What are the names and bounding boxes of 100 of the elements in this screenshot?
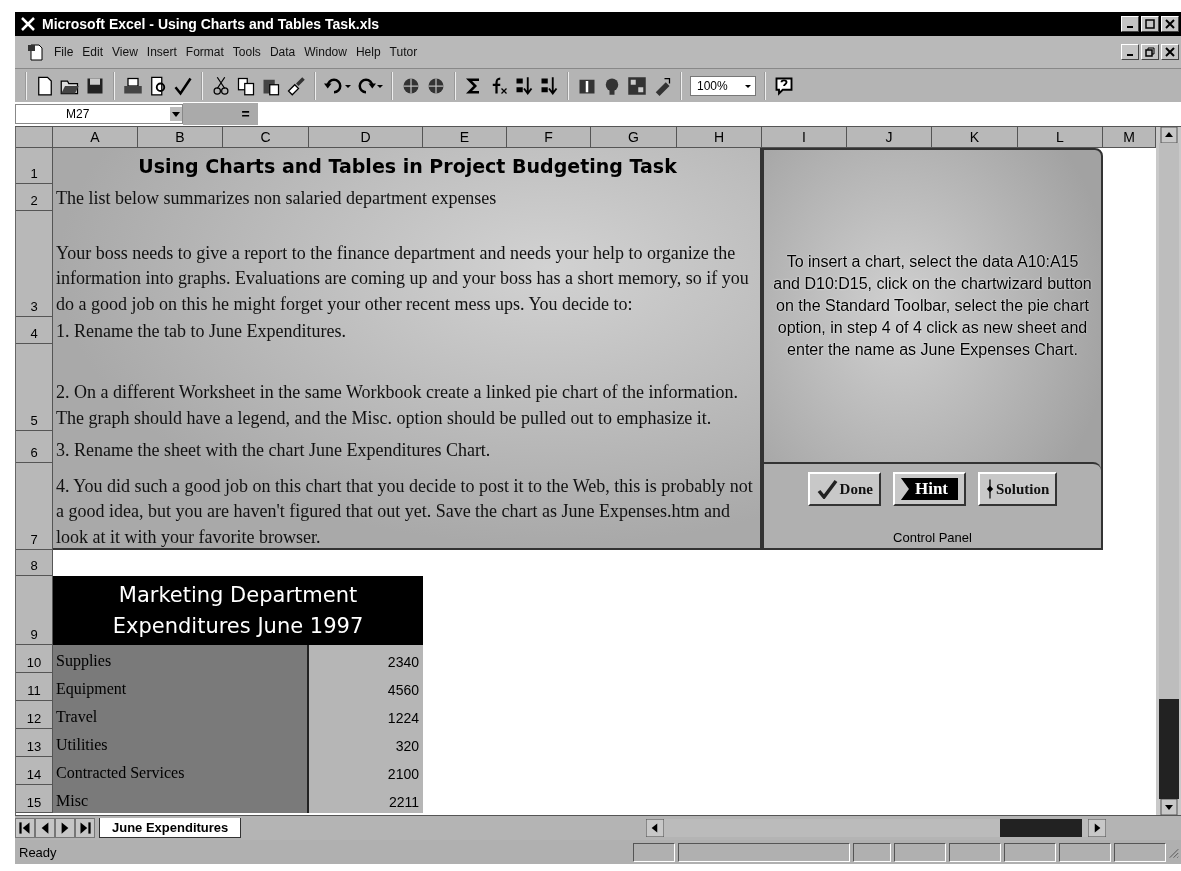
- row-header[interactable]: 15: [16, 785, 53, 813]
- first-sheet-icon[interactable]: [15, 818, 35, 838]
- row-header[interactable]: 11: [16, 673, 53, 701]
- column-header[interactable]: F: [507, 127, 591, 148]
- task-text: 3. Rename the sheet with the chart June Expenditures Chart.: [55, 438, 492, 462]
- column-header[interactable]: I: [762, 127, 847, 148]
- row-header[interactable]: 4: [16, 317, 53, 344]
- row-header[interactable]: 12: [16, 701, 53, 729]
- sort-icon[interactable]: [514, 75, 534, 96]
- row-header[interactable]: 2: [16, 184, 53, 211]
- row-header[interactable]: 9: [16, 576, 53, 645]
- hint-button[interactable]: Hint: [892, 472, 966, 506]
- status-panel: [893, 842, 946, 862]
- scroll-thumb[interactable]: [1158, 699, 1179, 799]
- done-button[interactable]: Done: [807, 472, 881, 506]
- column-header[interactable]: G: [591, 127, 677, 148]
- scroll-thumb[interactable]: [1000, 819, 1083, 837]
- select-all-corner[interactable]: [16, 127, 53, 148]
- row-header[interactable]: 5: [16, 344, 53, 431]
- restore-button[interactable]: [1141, 44, 1159, 60]
- column-header[interactable]: A: [53, 127, 138, 148]
- status-panel: [852, 842, 891, 862]
- solution-button[interactable]: Solution: [978, 472, 1058, 506]
- scroll-left-icon[interactable]: [646, 819, 665, 837]
- row-header[interactable]: 8: [16, 550, 53, 576]
- menu-item[interactable]: Tools: [229, 45, 267, 59]
- scroll-up-icon[interactable]: [1158, 127, 1179, 143]
- next-sheet-icon[interactable]: [55, 818, 75, 838]
- sort-icon[interactable]: [539, 75, 559, 96]
- restore-icon: [1145, 47, 1155, 57]
- column-header[interactable]: D: [309, 127, 423, 148]
- name-box[interactable]: M27: [15, 104, 183, 124]
- workbook-icon[interactable]: [27, 43, 45, 61]
- table-cell: Travel: [53, 701, 309, 729]
- menu-item[interactable]: Data: [266, 45, 302, 59]
- drawing-icon[interactable]: [627, 75, 647, 96]
- table-cell: 2340: [309, 645, 423, 673]
- format-brush-icon[interactable]: [286, 75, 306, 96]
- status-panel: [948, 842, 1001, 862]
- close-icon: [1165, 19, 1175, 29]
- row-header[interactable]: 10: [16, 645, 53, 673]
- table-cell: 2211: [309, 785, 423, 813]
- minimize-button[interactable]: [1121, 44, 1139, 60]
- copy-icon[interactable]: [236, 75, 256, 96]
- table-cell: 320: [309, 729, 423, 757]
- column-header[interactable]: C: [223, 127, 309, 148]
- row-header[interactable]: 6: [16, 431, 53, 463]
- table-title: Marketing Department Expenditures June 1997: [53, 576, 423, 645]
- menu-item[interactable]: Help: [352, 45, 387, 59]
- status-panel: [1003, 842, 1056, 862]
- print-preview-icon[interactable]: [148, 75, 168, 96]
- control-panel-caption: Control Panel: [893, 530, 972, 545]
- column-header[interactable]: B: [138, 127, 223, 148]
- scroll-down-icon[interactable]: [1158, 799, 1179, 815]
- status-text: Ready: [18, 844, 58, 860]
- menu-item[interactable]: View: [109, 45, 144, 59]
- status-panel: [632, 842, 675, 862]
- menu-item[interactable]: Window: [301, 45, 353, 59]
- status-panel: [1113, 842, 1166, 862]
- menu-item[interactable]: Insert: [143, 45, 183, 59]
- last-sheet-icon[interactable]: [75, 818, 95, 838]
- cut-scissors-icon[interactable]: [211, 75, 231, 96]
- column-header[interactable]: J: [847, 127, 932, 148]
- table-cell: 4560: [309, 673, 423, 701]
- zoom-dropdown[interactable]: 100%: [690, 75, 756, 96]
- column-header[interactable]: L: [1018, 127, 1103, 148]
- task-text: The list below summarizes non salaried department expenses: [55, 186, 498, 210]
- row-header[interactable]: 3: [16, 211, 53, 317]
- scroll-right-icon[interactable]: [1088, 819, 1107, 837]
- previous-sheet-icon[interactable]: [35, 818, 55, 838]
- row-header[interactable]: 14: [16, 757, 53, 785]
- menu-item[interactable]: Edit: [79, 45, 110, 59]
- new-document-icon[interactable]: [35, 75, 55, 96]
- maximize-icon: [1145, 19, 1155, 29]
- table-cell: 2100: [309, 757, 423, 785]
- horizontal-scrollbar[interactable]: [646, 819, 1107, 837]
- column-header[interactable]: K: [932, 127, 1018, 148]
- close-button[interactable]: [1161, 44, 1179, 60]
- status-panel: [1058, 842, 1111, 862]
- sheet-tab[interactable]: June Expenditures: [99, 818, 242, 838]
- menu-item[interactable]: Tutor: [386, 45, 424, 59]
- spell-check-icon[interactable]: [173, 75, 193, 96]
- row-header[interactable]: 1: [16, 148, 53, 184]
- table-cell: Misc: [53, 785, 309, 813]
- menu-item[interactable]: File: [51, 45, 80, 59]
- row-header[interactable]: 13: [16, 729, 53, 757]
- column-header[interactable]: H: [677, 127, 762, 148]
- column-header[interactable]: M: [1103, 127, 1156, 148]
- column-header[interactable]: E: [423, 127, 507, 148]
- minimize-button[interactable]: [1121, 16, 1139, 32]
- printer-icon[interactable]: [123, 75, 143, 96]
- task-text: 2. On a different Worksheet in the same Workbook create a linked pie chart of the information. The graph should have a legend, and the Misc. option should be pulled out to emphasize it.: [55, 381, 739, 430]
- close-button[interactable]: [1161, 16, 1179, 32]
- maximize-button[interactable]: [1141, 16, 1159, 32]
- menu-item[interactable]: Format: [182, 45, 230, 59]
- help-icon[interactable]: [774, 75, 794, 96]
- table-cell: Supplies: [53, 645, 309, 673]
- row-header[interactable]: 7: [16, 463, 53, 550]
- vertical-scrollbar[interactable]: [1156, 127, 1181, 815]
- excel-logo-icon: [20, 16, 36, 32]
